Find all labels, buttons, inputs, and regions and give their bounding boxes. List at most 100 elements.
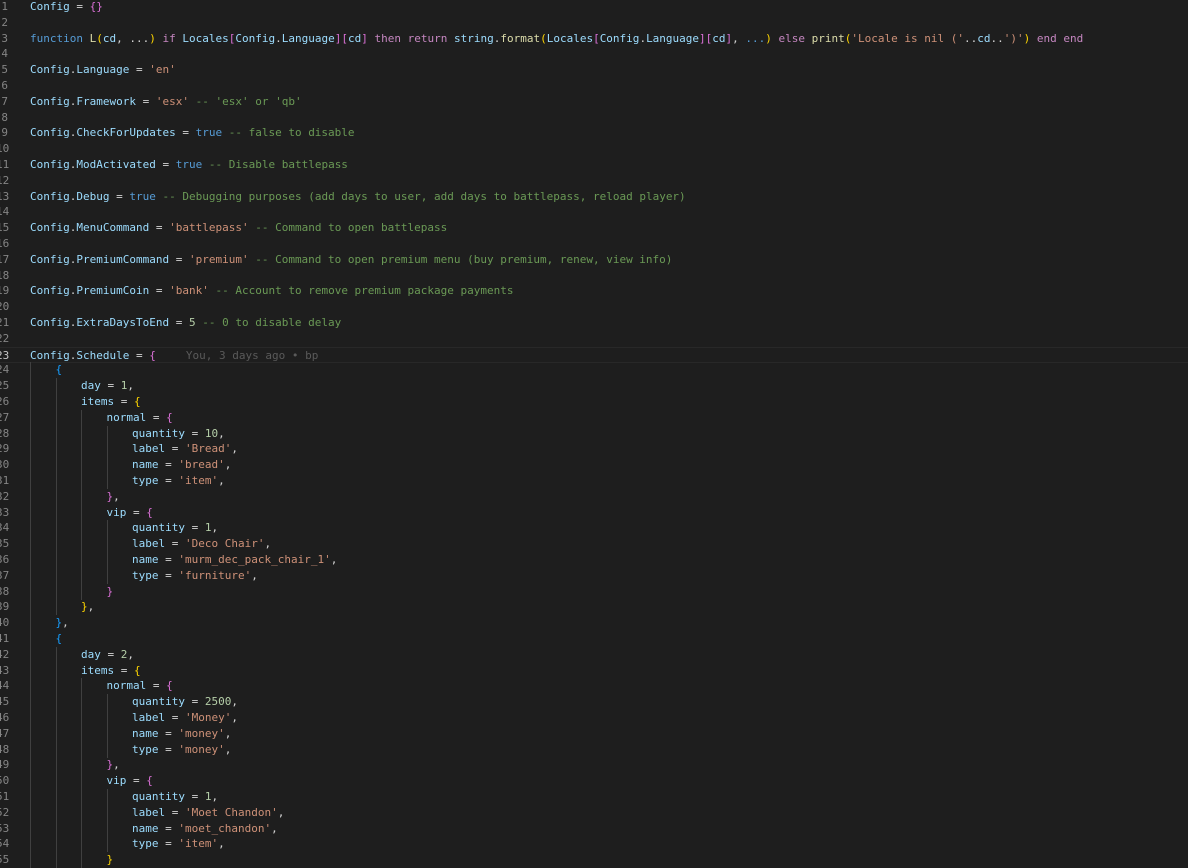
code-line[interactable]: 37 type = 'furniture', <box>0 567 1188 584</box>
code-line[interactable]: 47 name = 'money', <box>0 725 1188 742</box>
code-token: , <box>231 695 238 709</box>
code-line[interactable]: 4 <box>0 46 1188 62</box>
indent-guide <box>30 725 31 742</box>
code-token: 'Bread' <box>185 442 232 456</box>
indent-guide <box>30 409 31 426</box>
line-number: 4 <box>1 47 8 61</box>
code-line[interactable]: 39}, <box>0 599 1188 616</box>
line-number: 6 <box>1 79 8 92</box>
code-line[interactable]: 11 Config.ModActivated = true -- Disable … <box>0 157 1188 173</box>
code-line[interactable]: 21 Config.ExtraDaysToEnd = 5 -- 0 to disa… <box>0 315 1188 331</box>
code-text: }, <box>107 489 120 505</box>
code-line[interactable]: 2 <box>0 15 1188 31</box>
code-line[interactable]: 16 <box>0 236 1188 252</box>
code-line[interactable]: 40}, <box>0 615 1188 632</box>
code-line[interactable]: 17 Config.PremiumCommand = 'premium' -- C… <box>0 252 1188 268</box>
code-line[interactable]: 20 <box>0 299 1188 315</box>
line-number: 8 <box>1 110 8 124</box>
code-line[interactable]: 5 Config.Language = 'en' <box>0 62 1188 78</box>
code-line[interactable]: 9 Config.CheckForUpdates = true -- false … <box>0 125 1188 141</box>
code-token: { <box>149 348 156 362</box>
code-line[interactable]: 23Config.Schedule = {You, 3 days ago • b… <box>0 346 1188 363</box>
indent-guide <box>30 362 31 379</box>
code-line[interactable]: 3 function L(cd, ...) if Locales[Config.L… <box>0 31 1188 47</box>
code-line[interactable]: 6 <box>0 78 1188 94</box>
code-line[interactable]: 54 type = 'item', <box>0 836 1188 853</box>
line-number: 25 <box>0 379 10 393</box>
code-line[interactable]: 36 name = 'murm_dec_pack_chair_1', <box>0 552 1188 568</box>
code-token: Language <box>281 31 335 45</box>
code-line[interactable]: 15 Config.MenuCommand = 'battlepass' -- C… <box>0 220 1188 236</box>
indent-guide <box>55 836 57 853</box>
code-token: name <box>132 726 159 740</box>
code-line[interactable]: 22 <box>0 331 1188 347</box>
code-token: = <box>129 63 150 77</box>
indent-guide <box>81 425 82 442</box>
code-token: Framework <box>76 94 136 108</box>
code-line[interactable]: 51 quantity = 1, <box>0 789 1188 805</box>
code-line[interactable]: 19 Config.PremiumCoin = 'bank' -- Account… <box>0 283 1188 299</box>
code-line[interactable]: 33 vip = { <box>0 504 1188 521</box>
code-line[interactable]: 41 { <box>0 631 1188 647</box>
code-line[interactable]: 49}, <box>0 757 1188 774</box>
code-token: = <box>135 94 156 108</box>
indent-guide <box>81 441 82 458</box>
code-line[interactable]: 52 label = 'Moet Chandon', <box>0 804 1188 821</box>
code-token: , <box>277 805 285 819</box>
line-number: 43 <box>0 663 10 677</box>
code-line[interactable]: 27 normal = { <box>0 409 1188 426</box>
code-token: = <box>158 568 179 582</box>
code-token: 'en' <box>149 63 176 77</box>
code-line[interactable]: 34 quantity = 1, <box>0 520 1188 537</box>
code-line[interactable]: 29 label = 'Bread', <box>0 441 1188 458</box>
line-number: 52 <box>0 805 10 819</box>
code-token: cd <box>977 31 991 45</box>
indent-guide <box>55 678 57 695</box>
code-text: quantity = 1, <box>132 520 218 536</box>
code-text: Config = {} <box>30 0 103 15</box>
code-line[interactable]: 42 day = 2, <box>0 646 1188 663</box>
code-text: label = 'Bread', <box>132 441 238 457</box>
code-line[interactable]: 7 Config.Framework = 'esx' -- 'esx' or 'q… <box>0 94 1188 110</box>
code-line[interactable]: 30 name = 'bread', <box>0 457 1188 474</box>
code-line[interactable]: 10 <box>0 141 1188 157</box>
code-line[interactable]: 1 Config = {} <box>0 0 1188 15</box>
code-token: = <box>158 458 179 472</box>
code-line[interactable]: 14 <box>0 204 1188 220</box>
code-token: { <box>146 774 153 788</box>
code-line[interactable]: 35 label = 'Deco Chair', <box>0 536 1188 553</box>
code-line[interactable]: 12 <box>0 173 1188 189</box>
code-line[interactable]: 26 items = { <box>0 394 1188 410</box>
code-line[interactable]: 50 vip = { <box>0 773 1188 790</box>
code-token: cd <box>102 31 117 45</box>
code-line[interactable]: 25 day = 1, <box>0 378 1188 395</box>
code-line[interactable]: 55} <box>0 852 1188 868</box>
code-token: = <box>126 774 147 788</box>
code-line[interactable]: 8 <box>0 110 1188 126</box>
code-line[interactable]: 13 Config.Debug = true -- Debugging purpo… <box>0 189 1188 205</box>
code-line[interactable]: 28 quantity = 10, <box>0 425 1188 442</box>
code-line[interactable]: 31 type = 'item', <box>0 473 1188 489</box>
code-line[interactable]: 24 { <box>0 362 1188 379</box>
code-line[interactable]: 44 normal = { <box>0 678 1188 695</box>
line-number: 13 <box>0 189 10 203</box>
code-line[interactable]: 18 <box>0 268 1188 284</box>
code-token: Config <box>30 158 70 171</box>
code-line[interactable]: 45 quantity = 2500, <box>0 694 1188 711</box>
code-token: = <box>100 647 121 661</box>
code-line[interactable]: 53 name = 'moet_chandon', <box>0 820 1188 837</box>
code-token: , <box>62 616 69 630</box>
indent-guide <box>106 820 108 837</box>
code-line[interactable]: 32}, <box>0 488 1188 505</box>
code-line[interactable]: 48 type = 'money', <box>0 741 1188 758</box>
code-editor[interactable]: 1 Config = {} 2 3 function L(cd, ...) if Loc… <box>0 0 1188 868</box>
indent-guide <box>106 425 108 442</box>
code-token: normal <box>106 410 147 424</box>
code-line[interactable]: 38} <box>0 583 1188 600</box>
code-line[interactable]: 46 label = 'Money', <box>0 710 1188 726</box>
indent-guide <box>81 409 82 426</box>
code-line[interactable]: 43 items = { <box>0 662 1188 679</box>
